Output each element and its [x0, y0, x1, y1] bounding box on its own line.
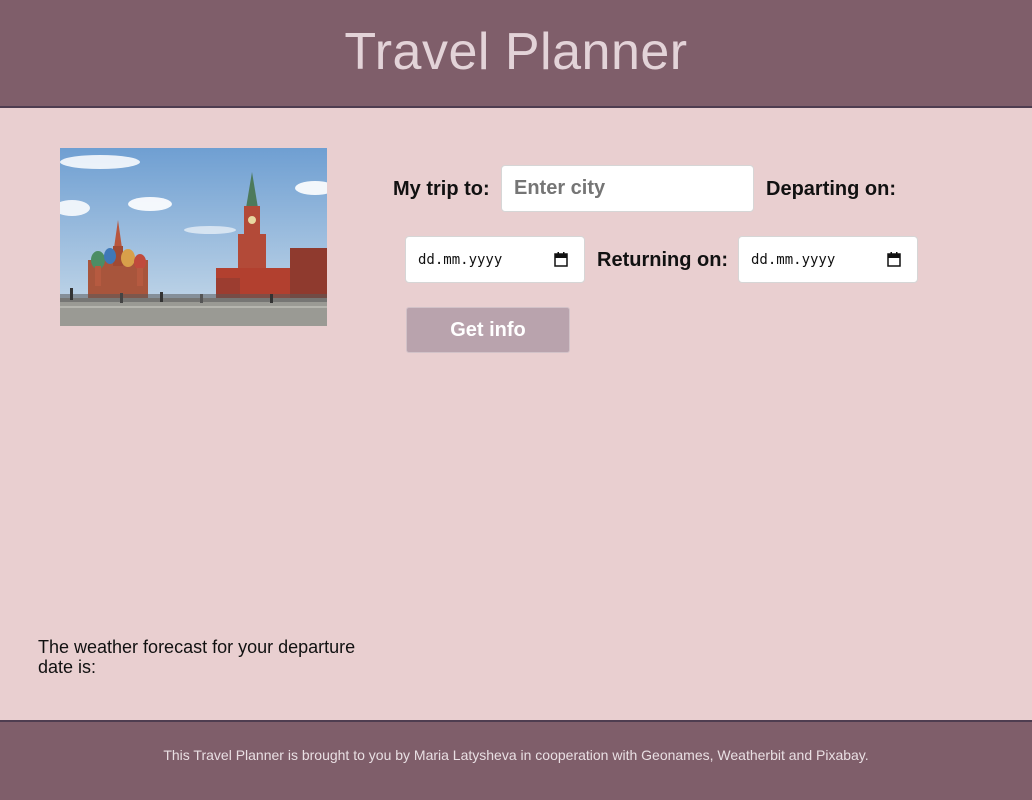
forecast-text: The weather forecast for your departure …: [38, 637, 356, 677]
departing-date-input[interactable]: dd.mm.yyyy: [405, 236, 585, 283]
trip-label: My trip to:: [393, 178, 490, 200]
departing-label: Departing on:: [766, 178, 896, 200]
departing-date-value: dd.mm.yyyy: [418, 252, 503, 268]
destination-photo: [60, 148, 327, 326]
returning-date-value: dd.mm.yyyy: [751, 252, 836, 268]
returning-label: Returning on:: [597, 249, 729, 271]
footer-text: This Travel Planner is brought to you by…: [163, 747, 869, 763]
city-input[interactable]: [501, 165, 754, 212]
page-title: Travel Planner: [344, 23, 688, 81]
calendar-icon[interactable]: [554, 252, 568, 267]
page-header: Travel Planner: [0, 0, 1032, 108]
main-content: My trip to: Departing on: dd.mm.yyyy Ret…: [0, 108, 1032, 720]
returning-date-input[interactable]: dd.mm.yyyy: [738, 236, 918, 283]
get-info-button[interactable]: Get info: [406, 307, 570, 353]
calendar-icon[interactable]: [887, 252, 901, 267]
page-footer: This Travel Planner is brought to you by…: [0, 720, 1032, 800]
